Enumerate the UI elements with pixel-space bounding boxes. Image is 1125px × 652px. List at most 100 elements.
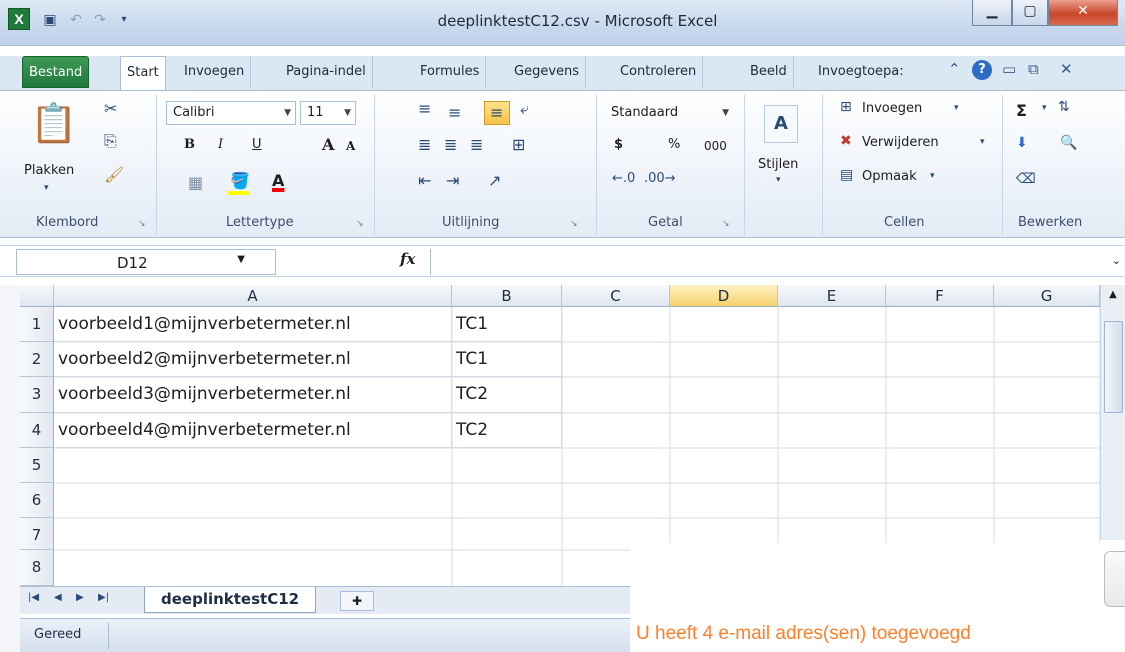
copy-icon[interactable]: ⎘ [104,131,117,151]
fill-color-icon[interactable]: 🪣 [230,171,250,190]
thousands-button[interactable]: 000 [704,139,727,153]
chevron-down-icon[interactable]: ▾ [980,137,985,147]
row-header[interactable]: 4 [20,413,54,448]
align-right-icon[interactable]: ≣ [470,135,483,154]
name-box[interactable]: D12 ▼ [16,249,276,275]
tab-beeld[interactable]: Beeld [744,56,794,88]
align-middle-icon[interactable]: ≡ [448,103,461,122]
last-sheet-icon[interactable]: ▶| [98,592,109,603]
tab-bestand[interactable]: Bestand [22,56,90,88]
tab-formules[interactable]: Formules [414,56,487,88]
currency-button[interactable]: $ [614,137,623,152]
row-header[interactable]: 5 [20,448,54,483]
borders-icon[interactable]: ▦ [188,173,203,192]
row-header[interactable]: 7 [20,518,54,550]
insert-cells-icon[interactable]: ⊞ [840,99,852,115]
sort-filter-icon[interactable]: ⇅ [1058,99,1070,115]
tab-invoegen[interactable]: Invoegen [178,56,252,88]
wrap-text-icon[interactable]: ⤶ [520,99,529,119]
insert-sheet-icon[interactable]: ✚ [340,591,374,611]
fill-icon[interactable]: ⬇ [1016,135,1028,151]
collapse-ribbon-icon[interactable]: ⌃ [948,60,961,78]
styles-button[interactable]: Stijlen [758,157,798,172]
paste-dropdown-icon[interactable]: ▾ [44,183,49,193]
align-center-icon[interactable]: ≣ [444,135,457,154]
increase-decimal-icon[interactable]: ←.0 [612,171,635,186]
tab-controleren[interactable]: Controleren [614,56,704,88]
clear-icon[interactable]: ⌫ [1016,171,1036,187]
row-header[interactable]: 2 [20,342,54,377]
column-header-e[interactable]: E [778,285,886,307]
find-select-icon[interactable]: 🔍 [1060,135,1077,151]
column-header-b[interactable]: B [452,285,562,307]
format-cells-button[interactable]: Opmaak [862,169,917,184]
scrollbar-thumb[interactable] [1104,321,1123,413]
format-cells-icon[interactable]: ▤ [840,167,853,183]
font-color-button[interactable]: A [272,171,284,190]
insert-cells-button[interactable]: Invoegen [862,101,922,116]
delete-cells-icon[interactable]: ✖ [840,133,852,149]
paste-button[interactable]: Plakken [24,163,74,178]
decrease-indent-icon[interactable]: ⇤ [418,171,431,190]
autosum-button[interactable]: Σ [1016,101,1027,120]
close-button[interactable]: ✕ [1048,0,1118,26]
column-header-g[interactable]: G [994,285,1100,307]
align-left-icon[interactable]: ≣ [418,135,431,154]
clipboard-launcher-icon[interactable]: ↘ [138,219,146,229]
close-workbook-icon[interactable]: ✕ [1060,60,1073,78]
tab-gegevens[interactable]: Gegevens [508,56,587,88]
column-header-f[interactable]: F [886,285,994,307]
percent-button[interactable]: % [668,137,680,152]
orientation-icon[interactable]: ↗ [488,171,501,190]
bold-button[interactable]: B [184,137,195,152]
underline-button[interactable]: U [252,137,262,152]
shrink-font-button[interactable]: A [346,139,355,153]
merge-center-icon[interactable]: ⊞ [512,135,525,154]
next-sheet-icon[interactable]: ▶ [76,592,84,603]
chevron-down-icon[interactable]: ▾ [954,103,959,113]
minimize-workbook-icon[interactable]: ▭ [1002,60,1016,78]
row-header[interactable]: 1 [20,307,54,342]
increase-indent-icon[interactable]: ⇥ [446,171,459,190]
number-format-select[interactable]: Standaard ▼ [604,101,734,125]
row-header[interactable]: 6 [20,483,54,518]
format-painter-icon[interactable]: 🖌 [104,165,124,184]
help-icon[interactable]: ? [972,60,992,80]
number-launcher-icon[interactable]: ↘ [722,219,730,229]
insert-function-icon[interactable]: fx [400,250,415,268]
tab-pagina-indel[interactable]: Pagina-indel [280,56,373,88]
minimize-button[interactable]: ▁ [972,0,1012,26]
delete-cells-button[interactable]: Verwijderen [862,135,939,150]
align-top-icon[interactable]: ≡ [418,99,431,118]
expand-formula-bar-icon[interactable]: ⌄ [1112,254,1121,267]
column-header-c[interactable]: C [562,285,670,307]
cut-icon[interactable]: ✂ [104,99,117,118]
styles-dropdown-icon[interactable]: ▾ [776,175,781,185]
chevron-down-icon[interactable]: ▾ [930,171,935,181]
prev-sheet-icon[interactable]: ◀ [54,592,62,603]
tab-invoegtoepassingen[interactable]: Invoegtoepa: [812,56,910,88]
font-family-select[interactable]: Calibri ▼ [166,101,296,125]
alignment-launcher-icon[interactable]: ↘ [570,219,578,229]
overlay-button[interactable] [1104,551,1125,607]
scroll-up-icon[interactable]: ▲ [1105,289,1121,305]
chevron-down-icon[interactable]: ▾ [1042,103,1047,113]
decrease-decimal-icon[interactable]: .00→ [644,171,676,186]
select-all-corner[interactable] [20,285,54,307]
maximize-button[interactable]: ▢ [1012,0,1048,26]
formula-input[interactable] [430,249,1105,275]
sheet-tab-active[interactable]: deeplinktestC12 [144,587,317,613]
restore-workbook-icon[interactable]: ⧉ [1028,60,1039,78]
chevron-down-icon[interactable]: ▼ [237,254,245,265]
font-size-select[interactable]: 11 ▼ [300,101,356,125]
tab-start[interactable]: Start [120,56,166,90]
font-launcher-icon[interactable]: ↘ [356,219,364,229]
italic-button[interactable]: I [218,137,223,152]
vertical-scrollbar[interactable]: ▲ [1100,285,1125,540]
styles-icon[interactable]: A [764,105,798,143]
row-header[interactable]: 3 [20,377,54,413]
paste-icon[interactable]: 📋 [30,101,77,153]
row-header[interactable]: 8 [20,550,54,586]
grow-font-button[interactable]: A [322,135,334,154]
column-header-a[interactable]: A [54,285,452,307]
